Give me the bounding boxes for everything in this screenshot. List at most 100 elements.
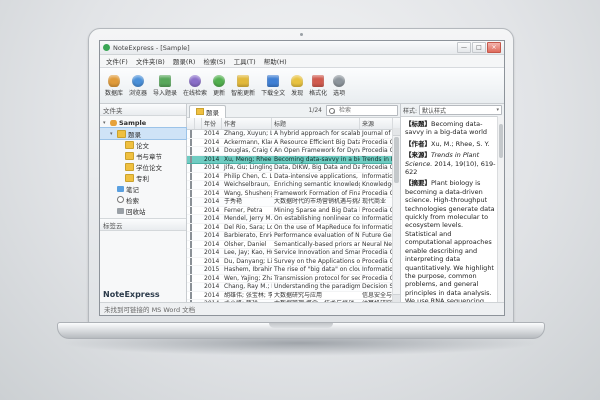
toolbar-button[interactable]: 导入题录	[150, 69, 180, 102]
cell-author: Del Rio, Sara; Lope...	[222, 224, 272, 232]
column-author[interactable]: 作者	[222, 118, 272, 129]
cell-title: Performance evaluation of NoSQL big-data…	[272, 232, 360, 240]
toolbar-button[interactable]: 智能更新	[228, 69, 258, 102]
folder-label: 论文	[136, 140, 149, 150]
cell-source: 现代商业	[360, 198, 386, 206]
scrollbar-thumb[interactable]	[394, 137, 399, 183]
folder-label: 专利	[136, 173, 149, 183]
style-dropdown[interactable]: 默认样式 ▾	[419, 105, 502, 115]
folder-tree-item[interactable]: 笔记	[100, 183, 186, 194]
cell-flag	[195, 147, 202, 155]
toolbar-button[interactable]: 浏览器	[126, 69, 150, 102]
folder-tree-item[interactable]: 检索	[100, 194, 186, 205]
folder-tree-item[interactable]: 论文	[100, 139, 186, 150]
toolbar-button[interactable]: 更新	[210, 69, 228, 102]
table-row[interactable]: 2014 Del Rio, Sara; Lope... On the use o…	[187, 224, 393, 233]
table-row[interactable]: 2014 Douglas, Craig C. An Open Framework…	[187, 147, 393, 156]
table-row[interactable]: 2014 Lee, Jay; Kao, Hung... Service Inno…	[187, 249, 393, 258]
close-button[interactable]: ×	[487, 42, 501, 53]
column-title[interactable]: 标题	[272, 118, 360, 129]
column-source[interactable]: 来源	[360, 118, 393, 129]
toolbar-button[interactable]: 选项	[330, 69, 348, 102]
tree-expander-icon[interactable]: ▾	[110, 131, 115, 137]
folder-tree-item[interactable]: ▾ 题录	[100, 128, 186, 139]
cell-year: 2014	[202, 258, 222, 266]
table-row[interactable]: 2014 Wang, Shusheng; Y... Framework Form…	[187, 190, 393, 199]
document-icon	[190, 241, 192, 249]
menu-item[interactable]: 工具(T)	[230, 56, 260, 66]
cell-doc	[187, 232, 195, 240]
document-icon	[190, 232, 192, 240]
table-row[interactable]: 2015 Hashem, Ibrahim A... The rise of "b…	[187, 266, 393, 275]
cell-doc	[187, 241, 195, 249]
detail-field-text: Plant biology is becoming a data-driven …	[405, 179, 496, 302]
table-row[interactable]: 2014 Mendel, Jerry M.; K... On establish…	[187, 215, 393, 224]
noteexpress-brand: NoteExpress	[100, 288, 186, 302]
menu-item[interactable]: 题录(R)	[169, 56, 200, 66]
table-row[interactable]: 2014 Du, Danyang; Li, A... Survey on the…	[187, 258, 393, 267]
toolbar-icon	[312, 75, 324, 87]
menu-item[interactable]: 帮助(H)	[260, 56, 291, 66]
toolbar-icon	[132, 75, 144, 87]
cell-year: 2014	[202, 215, 222, 223]
document-icon	[190, 215, 192, 223]
table-row[interactable]: 2014 Chang, Ray M.; Ka... Understanding …	[187, 283, 393, 292]
table-row[interactable]: 2014 Ackermann, Klaus;... A Resource Eff…	[187, 139, 393, 148]
table-row[interactable]: 2014 Zhang, Xuyun; Liu,... A hybrid appr…	[187, 130, 393, 139]
table-row[interactable]: 2014 Weichselbraun, A.;... Enriching sem…	[187, 181, 393, 190]
menu-item[interactable]: 文件(F)	[102, 56, 132, 66]
toolbar-button[interactable]: 在线检索	[180, 69, 210, 102]
table-row[interactable]: 2014 Wen, Yajing; Zhan... Transmission p…	[187, 275, 393, 284]
column-header-row: 年份 作者 标题 来源	[187, 118, 400, 130]
cell-flag	[195, 207, 202, 215]
scroll-down-icon[interactable]	[393, 294, 400, 302]
tree-expander-icon[interactable]: ▾	[103, 120, 108, 126]
table-row[interactable]: 2014 Philip Chen, C. L.;... Data-intensi…	[187, 173, 393, 182]
cell-author: Douglas, Craig C.	[222, 147, 272, 155]
tab-references[interactable]: 题录	[189, 105, 226, 119]
table-row[interactable]: 2014 Ferner, Petra Mining Sparse and Big…	[187, 207, 393, 216]
folder-tree-item[interactable]: 专利	[100, 172, 186, 183]
column-year[interactable]: 年份	[202, 118, 222, 129]
cell-title: On establishing nonlinear combinations o…	[272, 215, 360, 223]
cell-title: Transmission protocol for secure big dat…	[272, 275, 360, 283]
folder-tree-item[interactable]: ▾ Sample	[100, 117, 186, 128]
folder-label: 题录	[128, 129, 141, 139]
cell-year: 2014	[202, 241, 222, 249]
toolbar-button[interactable]: 格式化	[306, 69, 330, 102]
cell-author: 于秀艳	[222, 198, 272, 206]
cell-title: The rise of "big data" on cloud computin…	[272, 266, 360, 274]
table-row[interactable]: 2014 孟小峰; 慈祥 大数据管理:概念、技术与挑战 计算机研究...	[187, 300, 393, 302]
detail-scrollbar-thumb[interactable]	[499, 124, 503, 158]
result-counter: 1/24	[309, 107, 322, 114]
table-row[interactable]: 2014 Jifa, Gu; Lingling, Z... Data, DIKW…	[187, 164, 393, 173]
table-row[interactable]: 2014 Barbierato, Enrico;... Performance …	[187, 232, 393, 241]
cell-doc	[187, 181, 195, 189]
table-row[interactable]: 2014 Olsher, Daniel Semantically-based p…	[187, 241, 393, 250]
list-scrollbar[interactable]	[392, 128, 400, 302]
maximize-button[interactable]: □	[472, 42, 486, 53]
scroll-up-icon[interactable]	[393, 128, 400, 136]
search-input[interactable]	[337, 106, 395, 115]
window-title: NoteExpress - [Sample]	[113, 44, 454, 52]
cell-title: 大数据时代的市场营销机遇与挑战	[272, 198, 360, 206]
toolbar-icon	[213, 75, 225, 87]
detail-scrollbar[interactable]	[497, 116, 504, 302]
toolbar-button[interactable]: 发现	[288, 69, 306, 102]
folder-tree-item[interactable]: 学位论文	[100, 161, 186, 172]
table-row[interactable]: 2014 胡雄伟; 张宝林; 李... 大数据研究与应用 信息安全与...	[187, 292, 393, 301]
toolbar-button[interactable]: 数据库	[102, 69, 126, 102]
table-row[interactable]: 2014 Xu, Meng; Rhee, Se... Becoming data…	[187, 156, 393, 165]
minimize-button[interactable]: —	[457, 42, 471, 53]
toolbar-button[interactable]: 下载全文	[258, 69, 288, 102]
folder-tree-item[interactable]: 书与章节	[100, 150, 186, 161]
cell-doc	[187, 275, 195, 283]
menu-item[interactable]: 检索(S)	[199, 56, 229, 66]
menu-item[interactable]: 文件夹(B)	[132, 56, 169, 66]
cell-flag	[195, 258, 202, 266]
cell-flag	[195, 232, 202, 240]
cell-year: 2014	[202, 275, 222, 283]
folder-icon	[117, 196, 124, 203]
folder-tree-item[interactable]: 回收站	[100, 205, 186, 216]
table-row[interactable]: 2014 于秀艳 大数据时代的市场营销机遇与挑战 现代商业	[187, 198, 393, 207]
